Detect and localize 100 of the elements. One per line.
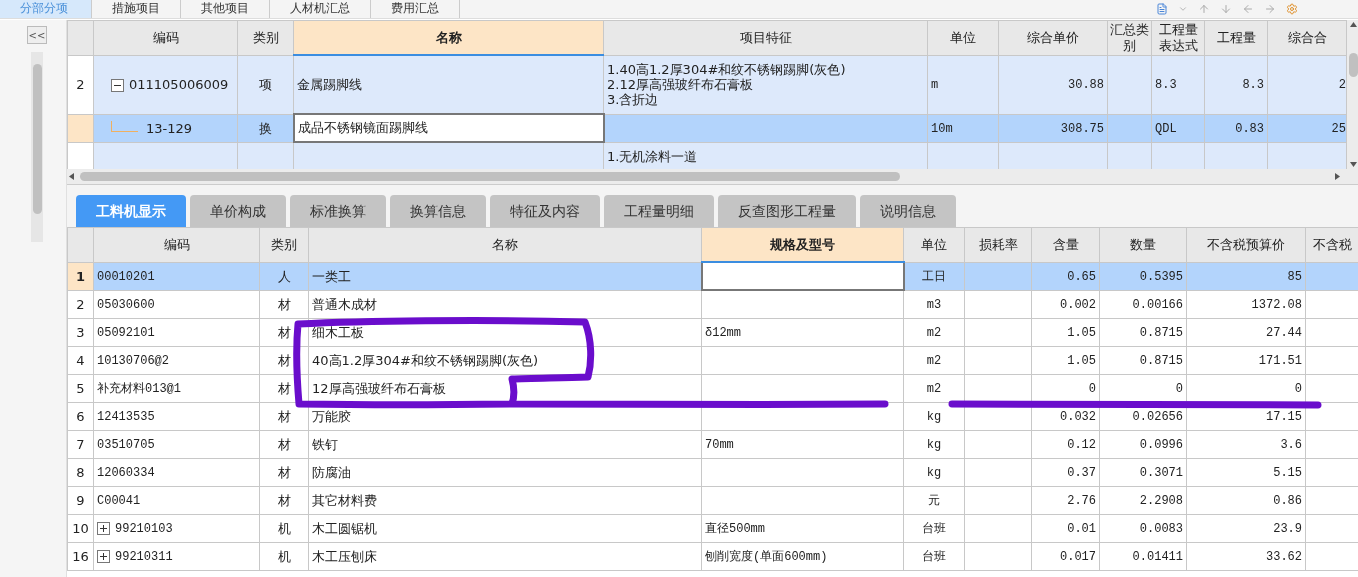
- type-cell: 机: [277, 520, 291, 536]
- column-header[interactable]: 数量: [1099, 227, 1187, 262]
- unit-cell: 台班: [922, 521, 946, 536]
- collapse-toggle[interactable]: [111, 79, 124, 92]
- column-header[interactable]: 规格及型号: [701, 227, 904, 262]
- name-cell: 细木工板: [312, 324, 364, 340]
- column-header[interactable]: 单位: [927, 20, 999, 55]
- content-cell: 1.05: [1067, 325, 1096, 340]
- detail-tab[interactable]: 工程量明细: [604, 195, 714, 227]
- column-header[interactable]: 编码: [93, 227, 260, 262]
- content-cell: 2.76: [1067, 493, 1096, 508]
- code-cell: 05030600: [97, 297, 155, 312]
- collapse-button[interactable]: <<: [27, 26, 47, 44]
- column-header[interactable]: 工程量: [1204, 20, 1268, 55]
- move-left-icon[interactable]: [1242, 3, 1254, 15]
- column-header[interactable]: 损耗率: [964, 227, 1032, 262]
- column-header[interactable]: 综合单价: [998, 20, 1108, 55]
- code-cell: 011105006009: [129, 77, 229, 92]
- unit-cell: m: [931, 78, 939, 92]
- name-cell: 12厚高强玻纤布石膏板: [312, 380, 446, 396]
- column-header[interactable]: 含量: [1031, 227, 1100, 262]
- name-cell: 木工圆锯机: [312, 520, 377, 536]
- detail-tab[interactable]: 特征及内容: [490, 195, 600, 227]
- column-header[interactable]: 单位: [903, 227, 965, 262]
- column-header[interactable]: 汇总类别: [1107, 20, 1152, 55]
- price-cell: 85: [1287, 269, 1302, 284]
- quantity-cell: 0.0996: [1139, 437, 1183, 452]
- detail-tab[interactable]: 单价构成: [190, 195, 286, 227]
- price-cell: 0.86: [1273, 493, 1302, 508]
- unit-cell: m2: [926, 325, 942, 340]
- type-cell: 材: [277, 324, 291, 340]
- name-edit-field[interactable]: 成品不锈钢镜面踢脚线: [293, 114, 604, 142]
- name-cell: 40高1.2厚304#和纹不锈钢踢脚(灰色): [312, 352, 539, 368]
- unit-cell: kg: [926, 465, 942, 480]
- detail-tab[interactable]: 标准换算: [290, 195, 386, 227]
- unit-cell: 台班: [922, 549, 946, 564]
- name-cell: 金属踢脚线: [297, 77, 362, 92]
- name-cell: 防腐油: [312, 464, 351, 480]
- price-cell: 171.51: [1258, 353, 1302, 368]
- features-cell: 1.40高1.2厚304#和纹不锈钢踢脚(灰色) 2.12厚高强玻纤布石膏板 3.含折边: [607, 62, 846, 107]
- column-header[interactable]: 不含税预算价: [1186, 227, 1306, 262]
- name-cell: 万能胶: [312, 408, 351, 424]
- detail-tab[interactable]: 换算信息: [390, 195, 486, 227]
- column-header[interactable]: 项目特征: [603, 20, 928, 55]
- column-header[interactable]: 名称: [293, 20, 604, 55]
- column-header[interactable]: 不含税: [1305, 227, 1358, 262]
- type-cell: 材: [277, 492, 291, 508]
- scroll-thumb[interactable]: [80, 172, 900, 181]
- column-header[interactable]: 类别: [237, 20, 294, 55]
- settings-icon[interactable]: [1286, 3, 1298, 15]
- quantity-cell: 0: [1175, 381, 1183, 396]
- spec-cell: 直径500mm: [705, 521, 765, 536]
- document-icon[interactable]: [1156, 3, 1168, 15]
- price-cell: 33.62: [1266, 549, 1302, 564]
- code-cell: 13-129: [146, 120, 193, 136]
- content-cell: 0.37: [1067, 465, 1096, 480]
- quantity-cell: 0.0083: [1139, 521, 1183, 536]
- horizontal-scrollbar[interactable]: [67, 169, 1358, 185]
- column-header[interactable]: 综合合: [1267, 20, 1347, 55]
- row-number: 8: [76, 464, 85, 480]
- total-cell: 25: [1331, 121, 1346, 136]
- column-header[interactable]: 编码: [93, 20, 238, 55]
- type-cell: 材: [277, 464, 291, 480]
- unit-cell: m3: [926, 297, 942, 312]
- scroll-thumb[interactable]: [32, 64, 42, 214]
- name-cell: 普通木成材: [312, 296, 377, 312]
- quantity-cell: 0.01411: [1132, 549, 1183, 564]
- price-cell: 5.15: [1273, 465, 1302, 480]
- expand-toggle[interactable]: [97, 549, 110, 563]
- quantity-cell: 0.00166: [1132, 297, 1183, 312]
- move-down-icon[interactable]: [1220, 3, 1232, 15]
- row-number: 10: [72, 520, 89, 536]
- vertical-scrollbar[interactable]: [1347, 20, 1358, 169]
- dropdown-icon[interactable]: [1178, 4, 1188, 14]
- code-cell: 12060334: [97, 465, 155, 480]
- price-cell: 0: [1294, 381, 1302, 396]
- row-number: 5: [76, 380, 85, 396]
- price-cell: 1372.08: [1251, 297, 1302, 312]
- detail-tab[interactable]: 说明信息: [860, 195, 956, 227]
- column-header[interactable]: 名称: [308, 227, 702, 262]
- features-cell: 1.无机涂料一道: [607, 148, 698, 164]
- move-up-icon[interactable]: [1198, 3, 1210, 15]
- type-cell: 材: [277, 408, 291, 424]
- detail-tab[interactable]: 反查图形工程量: [718, 195, 856, 227]
- quantity-expression-cell: QDL: [1155, 121, 1177, 136]
- spec-edit-field[interactable]: [701, 262, 904, 290]
- unit-cell: kg: [926, 409, 942, 424]
- scroll-right-icon[interactable]: [1333, 172, 1342, 181]
- column-header[interactable]: 工程量表达式: [1151, 20, 1205, 55]
- scroll-thumb[interactable]: [1349, 52, 1358, 77]
- content-cell: 0.002: [1060, 297, 1096, 312]
- move-right-icon[interactable]: [1264, 3, 1276, 15]
- tree-connector: [111, 120, 138, 132]
- code-cell: 补充材料013@1: [97, 381, 181, 396]
- scroll-left-icon[interactable]: [67, 172, 76, 181]
- row-number: 7: [76, 436, 85, 452]
- expand-toggle[interactable]: [97, 521, 110, 535]
- row-number: 4: [76, 352, 85, 368]
- vertical-scrollbar[interactable]: [31, 52, 43, 242]
- column-header[interactable]: 类别: [259, 227, 309, 262]
